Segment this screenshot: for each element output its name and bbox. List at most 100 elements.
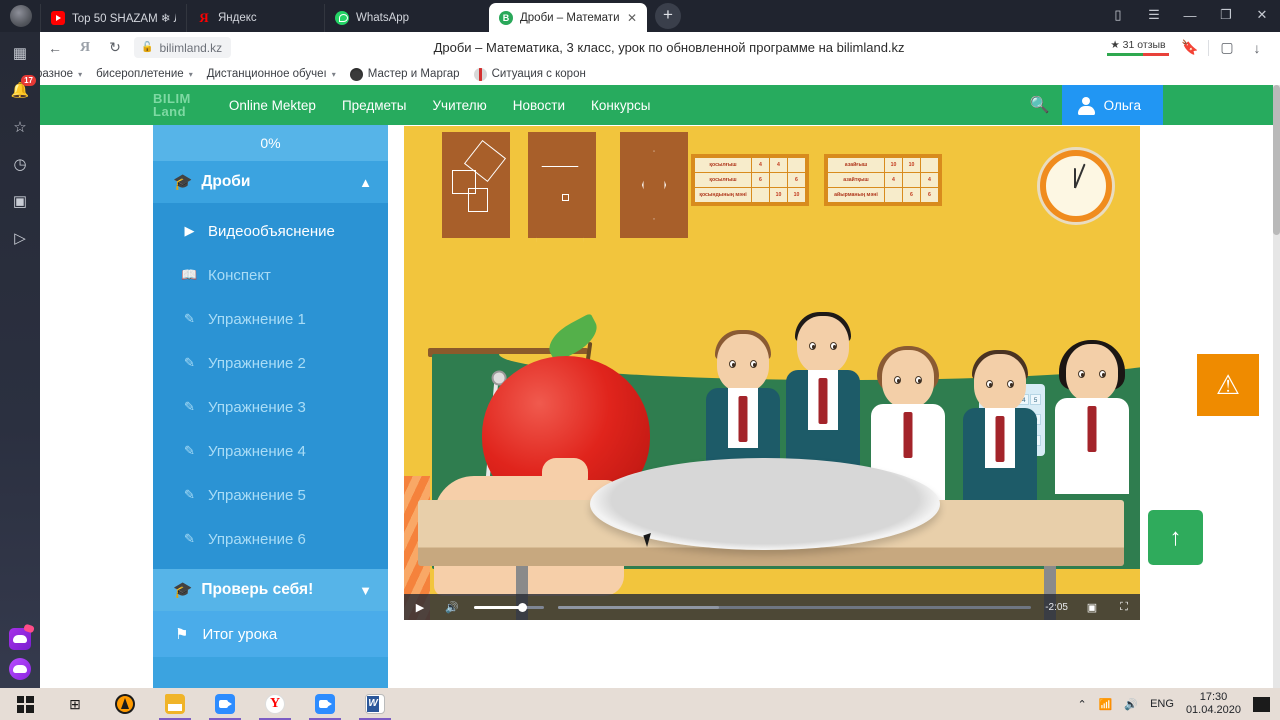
favorites-star-icon[interactable]: ☆ [9, 116, 31, 138]
browser-tab-1[interactable]: Top 50 SHAZAM ❄ Лучша [40, 4, 186, 32]
bookmark-item[interactable]: разное ▾ [36, 68, 82, 80]
bookmark-label: бисероплетение [96, 68, 184, 80]
cloud-app-icon[interactable] [9, 623, 35, 650]
chart-cell: 6 [751, 172, 770, 188]
reload-icon[interactable]: ↻ [100, 36, 130, 60]
video-play-icon[interactable]: ▷ [9, 227, 31, 249]
scrollbar-thumb[interactable] [1273, 85, 1280, 235]
sidebar-item-exercise-6[interactable]: ✎ Упражнение 6 [153, 517, 388, 561]
nav-item-news[interactable]: Новости [513, 98, 565, 113]
progress-percent: 0% [153, 125, 388, 161]
play-button[interactable]: ▶ [404, 594, 436, 620]
address-bar[interactable]: 🔓 bilimland.kz [134, 37, 232, 58]
download-icon[interactable]: ↓ [1242, 36, 1272, 60]
bookmark-item[interactable]: бисероплетение ▾ [96, 68, 193, 80]
taskbar-app-zoom-2[interactable] [300, 688, 350, 720]
volume-slider[interactable] [474, 602, 544, 612]
collections-icon[interactable]: ▯ [1100, 2, 1136, 28]
user-account-button[interactable]: Ольга [1061, 85, 1163, 125]
video-player[interactable]: қосылғыш 4 4 қосылғыш 6 6 қосындының мән… [404, 126, 1140, 620]
minimize-icon[interactable]: — [1172, 2, 1208, 28]
volume-icon[interactable]: 🔊 [1124, 698, 1138, 711]
bookmark-item[interactable]: Дистанционное обучеı ▾ [207, 68, 336, 80]
sidebar-item-label: Конспект [208, 266, 271, 284]
seek-bar[interactable] [558, 605, 1032, 609]
maximize-icon[interactable]: ❐ [1208, 2, 1244, 28]
site-logo[interactable]: BILIM Land [153, 92, 191, 118]
browser-window: Top 50 SHAZAM ❄ Лучша Я Яндекс WhatsApp … [0, 0, 1280, 688]
report-problem-button[interactable]: ⚠ [1197, 354, 1259, 416]
sidebar-item-video[interactable]: ▶ Видеообъяснение [153, 209, 388, 253]
close-window-icon[interactable]: ✕ [1244, 2, 1280, 28]
zoom-icon [315, 694, 335, 714]
sidebar-item-label: Итог урока [202, 625, 278, 643]
new-tab-button[interactable]: + [655, 3, 681, 29]
nav-item-online-mektep[interactable]: Online Mektep [229, 98, 316, 113]
page-scrollbar[interactable] [1273, 85, 1280, 688]
sidebar-item-lesson-result[interactable]: ⚑ Итог урока [153, 611, 388, 657]
picture-in-picture-button[interactable]: ▣ [1076, 594, 1108, 620]
video-controls: ▶ 🔊 -2:05 ▣ ⛶ [404, 594, 1140, 620]
cloud-app-round-icon[interactable] [9, 658, 31, 680]
edit-note-icon: ✎ [184, 399, 195, 414]
taskbar-app-explorer[interactable] [150, 688, 200, 720]
extension-icon[interactable]: ▢ [1212, 36, 1242, 60]
chart-cell [902, 172, 921, 188]
taskbar-app-yandex[interactable]: Y [250, 688, 300, 720]
collections-icon[interactable]: ▣ [9, 190, 31, 212]
taskbar-app-word[interactable]: W [350, 688, 400, 720]
task-view-button[interactable]: ⊞ [50, 688, 100, 720]
taskbar-app-zoom[interactable] [200, 688, 250, 720]
browser-tab-2[interactable]: Я Яндекс [186, 4, 324, 32]
browser-menu-icon[interactable]: ☰ [1136, 2, 1172, 28]
notifications-bell-icon[interactable]: 🔔 17 [9, 75, 36, 101]
volume-button[interactable]: 🔊 [436, 594, 468, 620]
time-remaining: -2:05 [1045, 601, 1068, 613]
bookmark-item[interactable]: Мастер и Маргар [349, 67, 460, 81]
yandex-icon: Y [265, 694, 285, 714]
video-scene: қосылғыш 4 4 қосылғыш 6 6 қосындының мән… [404, 126, 1140, 620]
search-icon[interactable]: 🔍 [1018, 85, 1062, 125]
sidebar-item-exercise-2[interactable]: ✎ Упражнение 2 [153, 341, 388, 385]
notification-center-icon[interactable] [1253, 696, 1270, 712]
sidebar-item-konspekt[interactable]: 📖 Конспект [153, 253, 388, 297]
whatsapp-favicon [335, 11, 349, 25]
sidebar-item-exercise-3[interactable]: ✎ Упражнение 3 [153, 385, 388, 429]
chevron-down-icon: ▾ [188, 69, 193, 79]
tray-expand-icon[interactable]: ⌃ [1077, 698, 1086, 711]
clock[interactable]: 17:30 01.04.2020 [1186, 691, 1241, 717]
browser-tab-4-active[interactable]: Дроби – Математика, 3 ✕ [489, 3, 647, 32]
nav-item-teachers[interactable]: Учителю [432, 98, 486, 113]
sidebar-item-exercise-4[interactable]: ✎ Упражнение 4 [153, 429, 388, 473]
browser-profile-avatar[interactable] [10, 5, 32, 27]
browser-tab-3[interactable]: WhatsApp [324, 4, 489, 32]
chart-cell [920, 157, 939, 173]
yandex-search-icon[interactable]: Я [70, 36, 100, 60]
back-icon[interactable]: ← [40, 36, 70, 60]
bookmark-icon[interactable]: 🔖 [1175, 36, 1205, 60]
fullscreen-button[interactable]: ⛶ [1108, 594, 1140, 620]
scroll-to-top-button[interactable]: ↑ [1148, 510, 1203, 565]
review-badge[interactable]: ★ 31 отзыв [1107, 39, 1169, 56]
desk-surface [418, 458, 1124, 566]
bookmark-item[interactable]: Ситуация с корон [473, 67, 586, 81]
network-icon[interactable]: 📶 [1099, 698, 1113, 711]
sidebar-item-exercise-5[interactable]: ✎ Упражнение 5 [153, 473, 388, 517]
chart-cell: 6 [920, 187, 939, 203]
tab-label: WhatsApp [356, 12, 410, 24]
sidebar-section-drobi[interactable]: 🎓 Дроби ▲ [153, 161, 388, 203]
edit-note-icon: ✎ [184, 311, 195, 326]
close-icon[interactable]: ✕ [627, 11, 637, 25]
sidebar-item-exercise-1[interactable]: ✎ Упражнение 1 [153, 297, 388, 341]
start-button[interactable] [0, 688, 50, 720]
apps-grid-icon[interactable]: ▦ [9, 42, 31, 64]
chart-row-header: айырманың мәні [827, 187, 885, 203]
sidebar-section-check-yourself[interactable]: 🎓 Проверь себя! ▼ [153, 569, 388, 611]
nav-item-subjects[interactable]: Предметы [342, 98, 407, 113]
history-clock-icon[interactable]: ◷ [9, 153, 31, 175]
volume-knob[interactable] [518, 602, 527, 612]
taskbar-app-avast[interactable] [100, 688, 150, 720]
language-indicator[interactable]: ENG [1150, 698, 1174, 710]
geometry-poster-3 [620, 132, 688, 238]
nav-item-contests[interactable]: Конкурсы [591, 98, 650, 113]
